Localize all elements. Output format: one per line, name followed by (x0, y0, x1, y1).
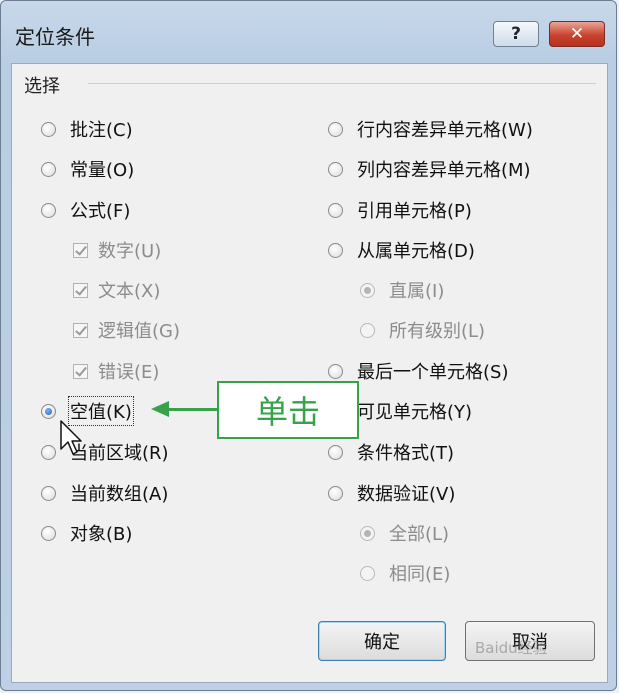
option-blanks[interactable]: 空值(K) (41, 396, 134, 426)
option-label: 常量(O) (70, 160, 135, 181)
radio-icon[interactable] (328, 242, 343, 258)
option-label: 行内容差异单元格(W) (357, 120, 533, 141)
dialog-title: 定位条件 (15, 25, 95, 49)
callout-arrow-line (169, 408, 217, 411)
option-validation-same[interactable]: 相同(E) (360, 560, 450, 586)
close-button[interactable]: ✕ (549, 21, 605, 47)
checkbox-icon[interactable] (73, 282, 88, 298)
radio-icon[interactable] (41, 444, 56, 460)
option-all-levels[interactable]: 所有级别(L) (360, 317, 485, 343)
radio-icon[interactable] (328, 121, 343, 137)
option-formulas[interactable]: 公式(F) (41, 197, 130, 223)
radio-icon[interactable] (360, 322, 375, 338)
radio-icon[interactable] (41, 202, 56, 218)
radio-icon[interactable] (41, 161, 56, 177)
option-direct-only[interactable]: 直属(I) (360, 277, 444, 303)
ok-button[interactable]: 确定 (318, 621, 446, 661)
option-current-array[interactable]: 当前数组(A) (41, 480, 168, 506)
option-label: 所有级别(L) (389, 321, 486, 342)
option-label: 引用单元格(P) (357, 201, 472, 222)
watermark: Baidu经验 (475, 639, 548, 657)
radio-icon[interactable] (328, 363, 343, 379)
option-label: 条件格式(T) (357, 443, 455, 464)
checkbox-icon[interactable] (73, 363, 88, 379)
option-label: 对象(B) (70, 524, 133, 545)
option-column-differences[interactable]: 列内容差异单元格(M) (328, 156, 531, 182)
option-dependents[interactable]: 从属单元格(D) (328, 237, 475, 263)
option-label: 公式(F) (70, 201, 131, 222)
option-data-validation[interactable]: 数据验证(V) (328, 480, 455, 506)
checkbox-label: 错误(E) (98, 362, 160, 383)
option-label: 批注(C) (70, 120, 133, 141)
option-label: 从属单元格(D) (357, 241, 475, 262)
option-label: 数据验证(V) (357, 484, 456, 505)
checkbox-logicals[interactable]: 逻辑值(G) (73, 317, 180, 343)
help-button[interactable]: ? (493, 21, 539, 47)
option-label: 全部(L) (389, 524, 450, 545)
option-constants[interactable]: 常量(O) (41, 156, 134, 182)
radio-icon[interactable] (328, 202, 343, 218)
click-callout: 单击 (217, 381, 359, 439)
option-label: 最后一个单元格(S) (357, 362, 509, 383)
dialog-body: 选择 批注(C) 常量(O) 公式(F) 数字(U) 文本(X) 逻辑值(G) (11, 63, 608, 683)
mouse-cursor-icon (60, 420, 82, 455)
radio-icon[interactable] (328, 485, 343, 501)
checkbox-label: 数字(U) (98, 241, 162, 262)
option-label: 相同(E) (389, 564, 451, 585)
option-precedents[interactable]: 引用单元格(P) (328, 197, 472, 223)
checkbox-icon[interactable] (73, 322, 88, 338)
group-divider (88, 83, 596, 84)
callout-arrow-icon (151, 401, 169, 417)
radio-icon[interactable] (360, 565, 375, 581)
checkbox-errors[interactable]: 错误(E) (73, 358, 159, 384)
option-objects[interactable]: 对象(B) (41, 520, 132, 546)
radio-icon[interactable] (360, 282, 375, 298)
checkbox-label: 文本(X) (98, 281, 161, 302)
checkbox-text[interactable]: 文本(X) (73, 277, 160, 303)
option-validation-all[interactable]: 全部(L) (360, 520, 449, 546)
option-label: 列内容差异单元格(M) (357, 160, 531, 181)
radio-icon[interactable] (41, 121, 56, 137)
checkbox-numbers[interactable]: 数字(U) (73, 237, 161, 263)
option-conditional-formats[interactable]: 条件格式(T) (328, 439, 454, 465)
radio-icon[interactable] (41, 403, 56, 419)
radio-icon[interactable] (41, 525, 56, 541)
option-label: 当前数组(A) (70, 484, 169, 505)
option-comments[interactable]: 批注(C) (41, 116, 133, 142)
option-row-differences[interactable]: 行内容差异单元格(W) (328, 116, 533, 142)
group-label: 选择 (24, 72, 66, 98)
dialog-window: 定位条件 ? ✕ 选择 批注(C) 常量(O) 公式(F) 数字(U) 文本(X… (0, 0, 617, 691)
radio-icon[interactable] (360, 525, 375, 541)
option-label: 可见单元格(Y) (357, 402, 473, 423)
radio-icon[interactable] (328, 444, 343, 460)
checkbox-label: 逻辑值(G) (98, 321, 180, 342)
option-label: 直属(I) (389, 281, 445, 302)
radio-icon[interactable] (41, 485, 56, 501)
checkbox-icon[interactable] (73, 242, 88, 258)
radio-icon[interactable] (328, 161, 343, 177)
title-bar: 定位条件 ? ✕ (1, 1, 616, 65)
